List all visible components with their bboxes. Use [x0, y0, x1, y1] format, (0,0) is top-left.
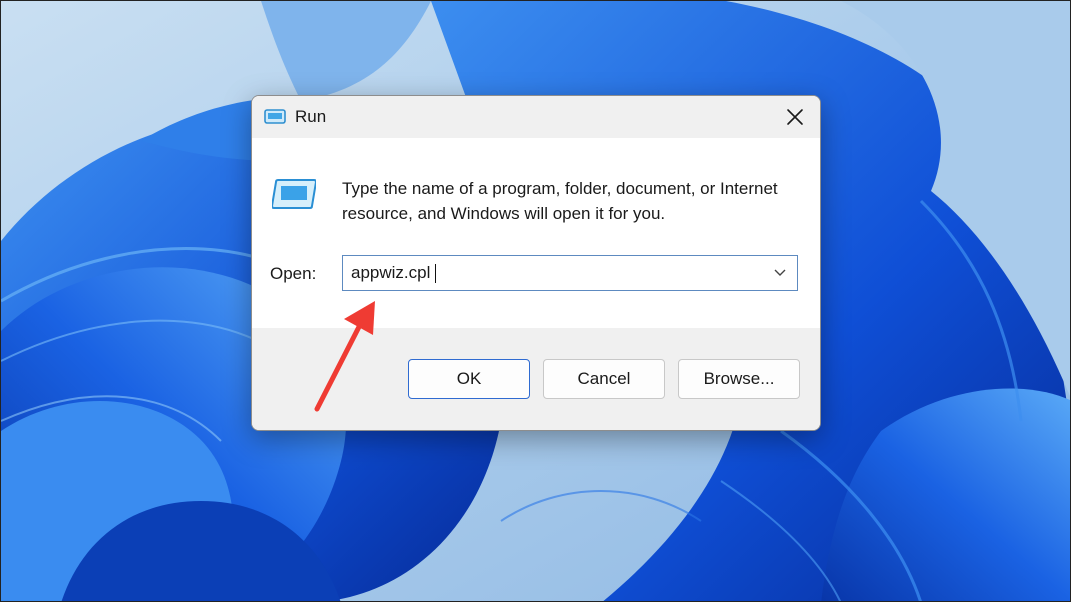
open-input[interactable] [343, 256, 771, 290]
browse-button[interactable]: Browse... [678, 359, 800, 399]
cancel-button[interactable]: Cancel [543, 359, 665, 399]
dialog-description: Type the name of a program, folder, docu… [342, 179, 778, 223]
dialog-title: Run [295, 107, 327, 126]
ok-button[interactable]: OK [408, 359, 530, 399]
dropdown-button[interactable] [763, 256, 797, 290]
text-caret [435, 264, 436, 283]
run-icon [264, 109, 286, 124]
open-label: Open: [270, 264, 317, 283]
close-button[interactable] [770, 96, 820, 138]
chevron-down-icon [774, 269, 786, 276]
run-dialog: Run Type the name of a program, folder, … [251, 95, 821, 431]
open-combobox[interactable] [342, 255, 798, 291]
desktop: Run Type the name of a program, folder, … [0, 0, 1071, 602]
dialog-content: Type the name of a program, folder, docu… [252, 138, 820, 328]
run-icon [272, 179, 316, 209]
dialog-titlebar[interactable]: Run [252, 96, 820, 138]
close-icon [787, 109, 803, 125]
dialog-footer: OK Cancel Browse... [252, 328, 820, 430]
